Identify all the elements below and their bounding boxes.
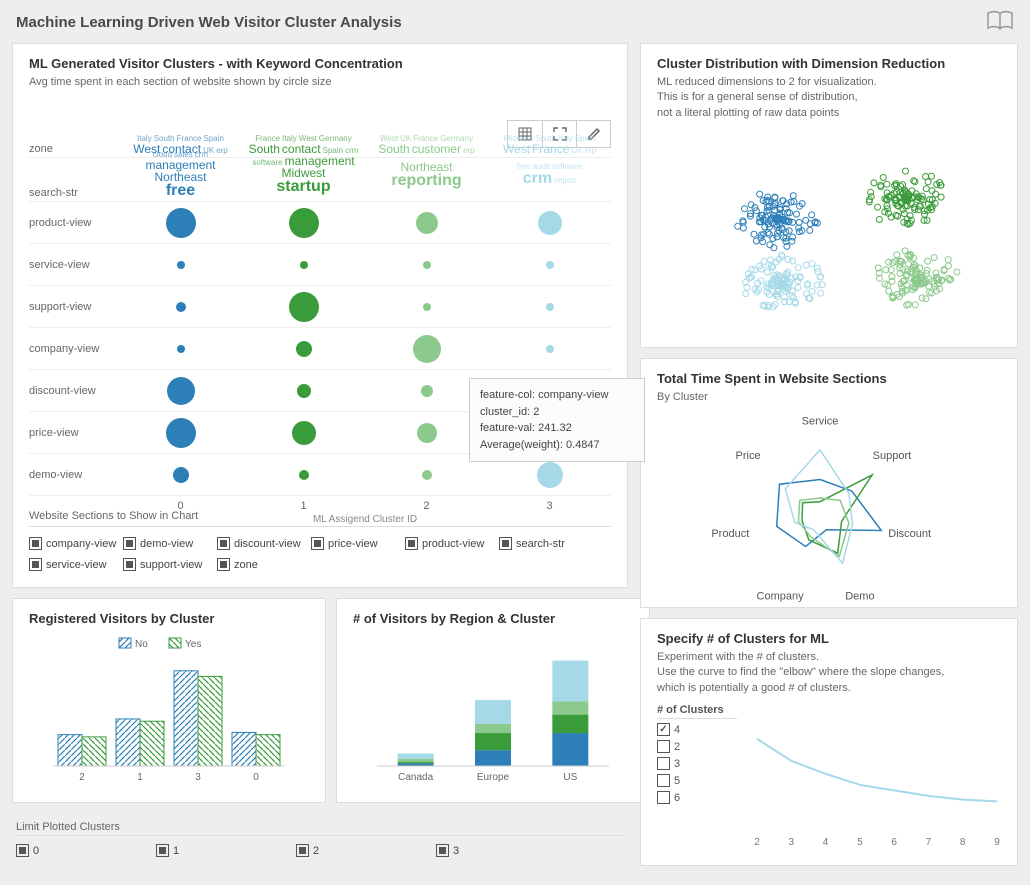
filter-checkbox[interactable]: discount-view: [217, 537, 311, 550]
svg-text:Europe: Europe: [477, 772, 510, 783]
bubble-title: ML Generated Visitor Clusters - with Key…: [29, 56, 611, 71]
limit-title: Limit Plotted Clusters: [16, 819, 624, 836]
radar-sub: By Cluster: [657, 390, 1001, 405]
svg-text:Demo: Demo: [845, 591, 874, 603]
tooltip-line: feature-val: 241.32: [480, 420, 634, 437]
chart-registered[interactable]: No Yes 2 1 3 0: [29, 630, 309, 790]
tooltip-line: cluster_id: 2: [480, 404, 634, 421]
svg-text:5: 5: [857, 837, 863, 848]
row-label: support-view: [29, 301, 119, 313]
panel-radar: Total Time Spent in Website Sections By …: [640, 358, 1018, 608]
tooltip-line: feature-col: company-view: [480, 387, 634, 404]
svg-text:3: 3: [789, 837, 795, 848]
svg-text:2: 2: [754, 837, 760, 848]
limit-section: Limit Plotted Clusters 0123: [12, 813, 628, 857]
svg-text:8: 8: [960, 837, 966, 848]
panel-registered: Registered Visitors by Cluster No Yes 2 1 3 0: [12, 598, 326, 803]
bubble-xaxis-title: ML Assigend Cluster ID: [119, 512, 611, 525]
book-icon[interactable]: [986, 10, 1014, 35]
row-label: zone: [29, 143, 119, 155]
filter-checkbox[interactable]: search-str: [499, 537, 593, 550]
svg-text:0: 0: [253, 772, 259, 783]
row-label: company-view: [29, 343, 119, 355]
svg-text:9: 9: [994, 837, 1000, 848]
chart-region[interactable]: Canada Europe US: [353, 630, 633, 790]
svg-text:Service: Service: [802, 416, 839, 428]
bubble-chart[interactable]: zone ItalySouthFranceSpainWestcontactUKe…: [29, 98, 611, 498]
scatter-sub: ML reduced dimensions to 2 for visualiza…: [657, 75, 1001, 121]
svg-text:1: 1: [137, 772, 143, 783]
filter-checkbox[interactable]: price-view: [311, 537, 405, 550]
limit-checkbox[interactable]: 2: [296, 844, 436, 857]
row-label: price-view: [29, 427, 119, 439]
limit-checkbox[interactable]: 1: [156, 844, 296, 857]
panel-region: # of Visitors by Region & Cluster Canada…: [336, 598, 650, 803]
svg-text:Product: Product: [711, 528, 749, 540]
scatter-title: Cluster Distribution with Dimension Redu…: [657, 56, 1001, 71]
filter-checkbox[interactable]: zone: [217, 558, 311, 571]
svg-text:6: 6: [891, 837, 897, 848]
page-title: Machine Learning Driven Web Visitor Clus…: [16, 14, 402, 31]
region-title: # of Visitors by Region & Cluster: [353, 611, 633, 626]
chart-elbow[interactable]: 2 3 4 5 6 7 8 9: [737, 729, 1007, 849]
limit-checkbox[interactable]: 3: [436, 844, 576, 857]
row-label: product-view: [29, 217, 119, 229]
row-label: search-str: [29, 187, 119, 199]
tooltip-line: Average(weight): 0.4847: [480, 437, 634, 454]
chart-scatter[interactable]: [657, 129, 1003, 329]
filter-checkbox[interactable]: demo-view: [123, 537, 217, 550]
reg-title: Registered Visitors by Cluster: [29, 611, 309, 626]
elbow-title: Specify # of Clusters for ML: [657, 631, 1001, 646]
svg-text:3: 3: [195, 772, 201, 783]
svg-text:Company: Company: [757, 591, 805, 603]
svg-text:Price: Price: [736, 451, 761, 463]
svg-text:2: 2: [79, 772, 85, 783]
row-label: discount-view: [29, 385, 119, 397]
filter-checkbox[interactable]: support-view: [123, 558, 217, 571]
filter-checkbox[interactable]: service-view: [29, 558, 123, 571]
panel-scatter: Cluster Distribution with Dimension Redu…: [640, 43, 1018, 348]
elbow-sub: Experiment with the # of clusters.Use th…: [657, 650, 1001, 696]
limit-checkbox[interactable]: 0: [16, 844, 156, 857]
bubble-subtitle: Avg time spent in each section of websit…: [29, 75, 611, 90]
svg-text:Support: Support: [873, 451, 912, 463]
tooltip: feature-col: company-view cluster_id: 2 …: [469, 378, 645, 462]
svg-text:Yes: Yes: [185, 639, 201, 650]
svg-text:Canada: Canada: [398, 772, 433, 783]
row-label: demo-view: [29, 469, 119, 481]
svg-text:7: 7: [926, 837, 932, 848]
panel-bubble: ML Generated Visitor Clusters - with Key…: [12, 43, 628, 588]
filter-checkbox[interactable]: product-view: [405, 537, 499, 550]
svg-text:4: 4: [823, 837, 829, 848]
radar-title: Total Time Spent in Website Sections: [657, 371, 1001, 386]
svg-text:US: US: [563, 772, 577, 783]
filter-checkbox[interactable]: company-view: [29, 537, 123, 550]
panel-elbow: Specify # of Clusters for ML Experiment …: [640, 618, 1018, 866]
chart-radar[interactable]: Service Support Discount Demo Company Product…: [657, 413, 1003, 608]
svg-text:Discount: Discount: [888, 528, 931, 540]
row-label: service-view: [29, 259, 119, 271]
elbow-check-title: # of Clusters: [657, 704, 737, 719]
svg-text:No: No: [135, 639, 148, 650]
